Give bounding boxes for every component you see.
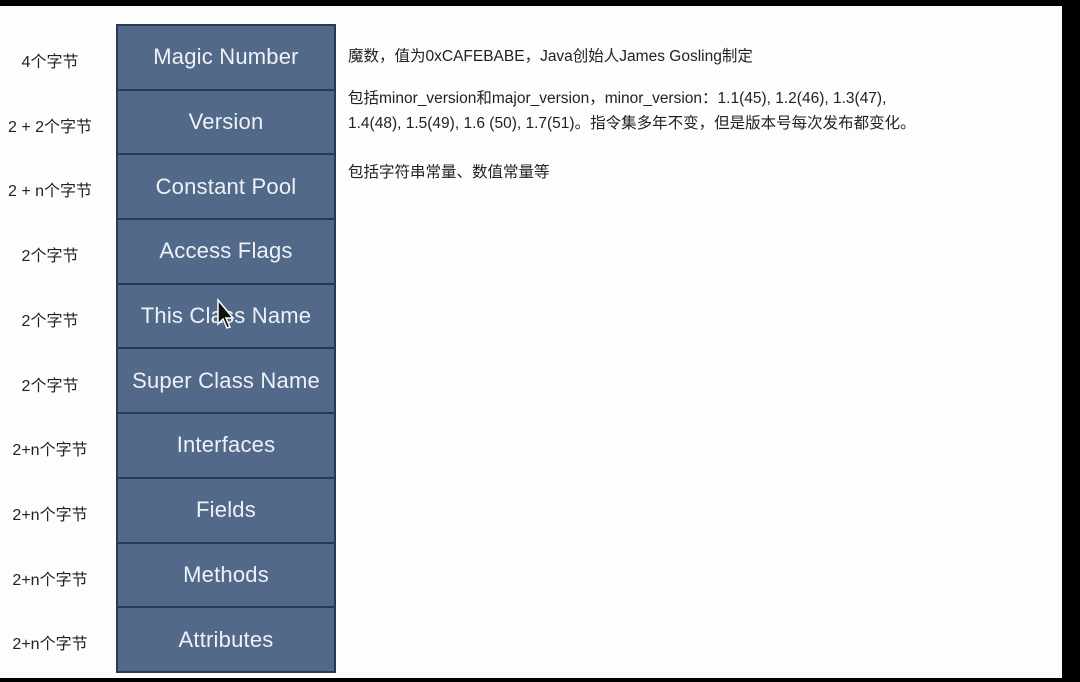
version-description-line1: 包括minor_version和major_version，minor_vers… [348,90,887,107]
field-size-label: 2个字节 [21,377,79,395]
field-size-label: 2个字节 [21,248,79,266]
field-size-label: 2 + 2个字节 [7,118,93,136]
constant-pool-description: 包括字符串常量、数值常量等 [348,164,550,181]
field-magic-number: Magic Number [118,26,334,89]
magic-number-description: 魔数，值为0xCAFEBABE，Java创始人James Gosling制定 [348,48,753,65]
field-size-label: 2 + n个字节 [7,183,93,201]
version-description-line2: 1.4(48), 1.5(49), 1.6 (50), 1.7(51)。指令集多… [348,115,916,132]
field-size-label: 2+n个字节 [12,571,88,589]
field-access-flags: Access Flags [118,220,334,283]
field-super-class-name: Super Class Name [118,349,334,413]
field-size-label: 4个字节 [21,54,79,71]
field-methods: Methods [118,543,334,607]
field-size-label: 2个字节 [21,312,79,330]
field-size-label: 2+n个字节 [12,442,88,460]
field-attributes: Attributes [118,608,334,671]
field-constant-pool: Constant Pool [118,155,334,219]
field-fields: Fields [118,478,334,542]
field-size-label: 2+n个字节 [12,636,88,654]
field-version: Version [118,90,334,154]
field-size-label: 2+n个字节 [12,506,88,524]
slide: Magic Number Version Constant Pool Access F… [0,6,1062,678]
class-file-structure: Magic Number Version Constant Pool Access F… [116,24,336,673]
mouse-cursor-icon [217,297,235,329]
field-interfaces: Interfaces [118,414,334,477]
